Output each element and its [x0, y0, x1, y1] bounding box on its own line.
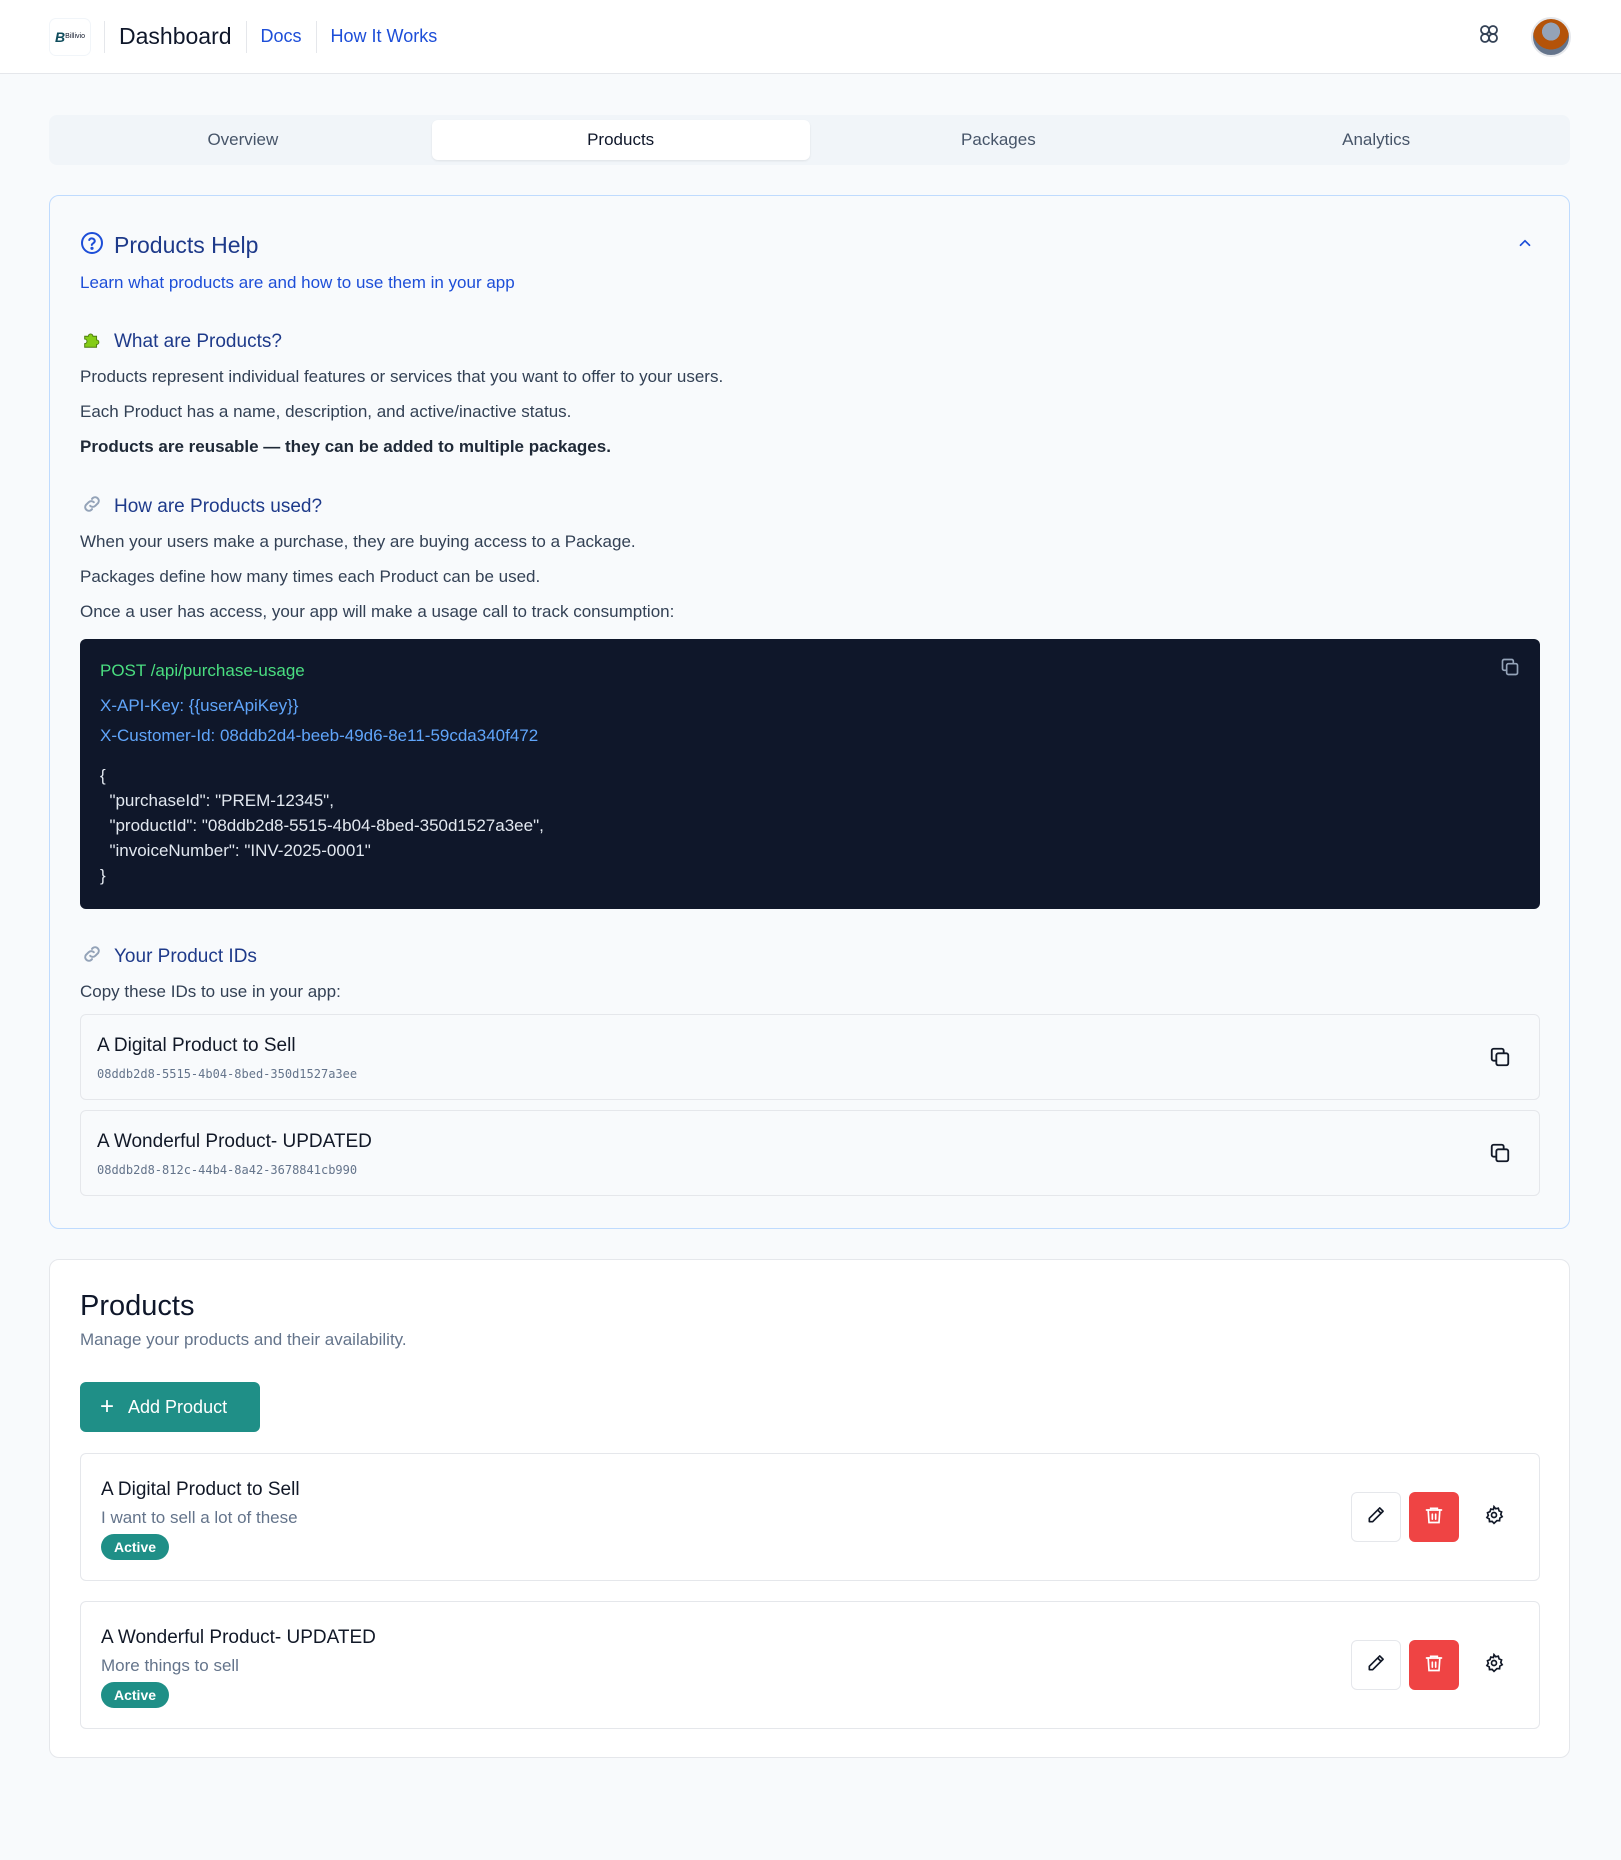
code-api-key-line: X-API-Key: {{userApiKey}}: [100, 696, 299, 715]
products-subtitle: Manage your products and their availabil…: [80, 1330, 407, 1349]
copy-id-icon[interactable]: [1489, 1142, 1511, 1169]
products-help-panel: Products Help Learn what products are an…: [49, 195, 1570, 1229]
section-tabs: Overview Products Packages Analytics: [49, 115, 1570, 165]
status-badge: Active: [101, 1534, 170, 1560]
docs-link[interactable]: Docs: [261, 26, 302, 47]
product-id-name: A Wonderful Product- UPDATED: [97, 1131, 372, 1152]
delete-product-button[interactable]: [1409, 1492, 1459, 1542]
help-subtitle: Learn what products are and how to use t…: [80, 273, 515, 292]
gear-icon: [1484, 1652, 1504, 1678]
user-avatar[interactable]: [1531, 16, 1571, 57]
what-line-2: Each Product has a name, description, an…: [80, 402, 572, 421]
help-header: Products Help: [80, 231, 258, 260]
help-title: Products Help: [114, 232, 259, 258]
products-card: Products Manage your products and their …: [49, 1259, 1570, 1758]
link-icon: [80, 493, 104, 520]
code-body-line: "productId": "08ddb2d8-5515-4b04-8bed-35…: [100, 816, 544, 835]
edit-product-button[interactable]: [1351, 1492, 1401, 1542]
product-id-value: 08ddb2d8-5515-4b04-8bed-350d1527a3ee: [97, 1067, 358, 1081]
tab-packages[interactable]: Packages: [810, 120, 1188, 160]
dashboard-link[interactable]: Dashboard: [119, 23, 232, 50]
how-line-2: Packages define how many times each Prod…: [80, 567, 541, 586]
product-id-card: A Digital Product to Sell 08ddb2d8-5515-…: [80, 1014, 1540, 1100]
chevron-up-icon[interactable]: [1516, 234, 1534, 257]
product-name: A Digital Product to Sell: [101, 1479, 300, 1500]
code-body-line: "purchaseId": "PREM-12345",: [100, 791, 334, 810]
product-id-name: A Digital Product to Sell: [97, 1035, 296, 1056]
ids-intro: Copy these IDs to use in your app:: [80, 982, 341, 1001]
add-product-button[interactable]: + Add Product: [80, 1382, 260, 1432]
your-product-ids-heading: Your Product IDs: [80, 943, 257, 970]
how-are-products-used-heading: How are Products used?: [80, 493, 322, 520]
tab-products[interactable]: Products: [431, 120, 810, 160]
delete-product-button[interactable]: [1409, 1640, 1459, 1690]
code-body-line: {: [100, 766, 106, 785]
app-logo[interactable]: B Billivio: [50, 18, 90, 55]
code-body-line: }: [100, 866, 106, 885]
what-line-1: Products represent individual features o…: [80, 367, 724, 386]
what-line-3: Products are reusable — they can be adde…: [80, 437, 611, 456]
tab-overview[interactable]: Overview: [54, 120, 432, 160]
product-description: I want to sell a lot of these: [101, 1508, 298, 1527]
top-navigation-bar: B Billivio Dashboard Docs How It Works: [0, 0, 1621, 74]
product-description: More things to sell: [101, 1656, 239, 1675]
plus-icon: +: [100, 1393, 115, 1420]
product-row: A Digital Product to Sell I want to sell…: [80, 1453, 1540, 1581]
code-sample-block: POST /api/purchase-usage X-API-Key: {{us…: [80, 639, 1540, 909]
what-are-products-heading: What are Products?: [80, 328, 282, 355]
how-line-1: When your users make a purchase, they ar…: [80, 532, 636, 551]
copy-code-icon[interactable]: [1500, 657, 1520, 682]
pencil-icon: [1366, 1505, 1386, 1530]
status-badge: Active: [101, 1682, 170, 1708]
help-circle-icon: [80, 231, 104, 260]
header-actions: [1477, 16, 1571, 57]
theme-toggle-icon[interactable]: [1477, 22, 1501, 51]
product-id-card: A Wonderful Product- UPDATED 08ddb2d8-81…: [80, 1110, 1540, 1196]
puzzle-icon: [80, 328, 104, 355]
code-request-line: POST /api/purchase-usage: [100, 661, 305, 680]
products-title: Products: [80, 1290, 195, 1322]
product-settings-button[interactable]: [1469, 1640, 1519, 1690]
trash-icon: [1424, 1653, 1444, 1678]
tab-analytics[interactable]: Analytics: [1187, 120, 1565, 160]
how-line-3: Once a user has access, your app will ma…: [80, 602, 675, 621]
code-body-line: "invoiceNumber": "INV-2025-0001": [100, 841, 371, 860]
product-settings-button[interactable]: [1469, 1492, 1519, 1542]
edit-product-button[interactable]: [1351, 1640, 1401, 1690]
trash-icon: [1424, 1505, 1444, 1530]
gear-icon: [1484, 1504, 1504, 1530]
link-icon: [80, 943, 104, 970]
divider: [315, 20, 317, 53]
product-row: A Wonderful Product- UPDATED More things…: [80, 1601, 1540, 1729]
copy-id-icon[interactable]: [1489, 1046, 1511, 1073]
product-id-value: 08ddb2d8-812c-44b4-8a42-3678841cb990: [97, 1163, 358, 1177]
how-it-works-link[interactable]: How It Works: [331, 26, 438, 47]
divider: [245, 20, 247, 53]
pencil-icon: [1366, 1653, 1386, 1678]
product-name: A Wonderful Product- UPDATED: [101, 1627, 376, 1648]
divider: [104, 20, 105, 53]
code-customer-id-line: X-Customer-Id: 08ddb2d4-beeb-49d6-8e11-5…: [100, 726, 539, 745]
